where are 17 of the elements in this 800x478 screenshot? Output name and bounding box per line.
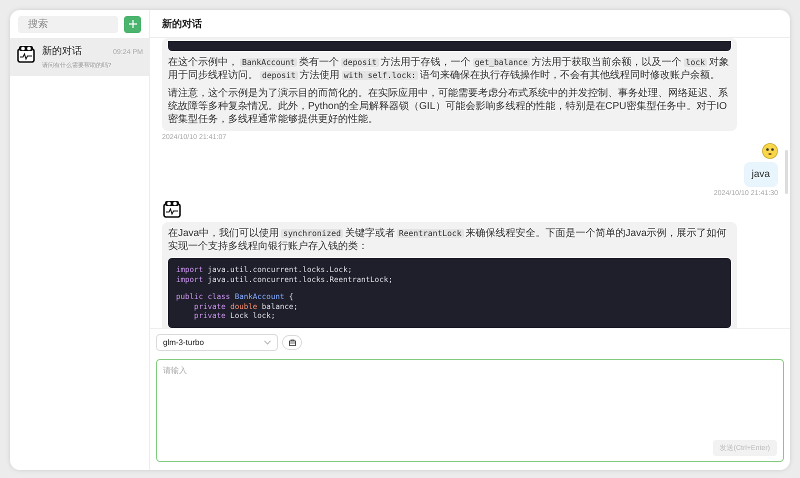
smiley-avatar-icon <box>762 143 778 159</box>
robot-avatar-icon <box>16 44 36 64</box>
model-select[interactable]: glm-3-turbo <box>156 334 278 351</box>
message-text: 在Java中，我们可以使用 synchronized 关键字或者 ReentrantLock 来确保线程安全。下面是一个简单的Java示例，展示了如何实现一个支持多线程向银行账户存入钱的类： <box>168 227 728 253</box>
conversation-title: 新的对话 <box>42 44 82 58</box>
plus-icon <box>128 19 138 29</box>
scrollbar[interactable] <box>785 150 788 194</box>
message-text: 在这个示例中， BankAccount 类有一个 deposit 方法用于存钱，一个 get_balance 方法用于获取当前余额，以及一个 lock 对象用于同步线程访问。 deposit 方法使用 with self.lock: 语句来确保在执行存钱操作时，不会有其他线程同时修改账户余额。 <box>168 56 730 82</box>
message-text: 请注意，这个示例是为了演示目的而简化的。在实际应用中，可能需要考虑分布式系统中的并发控制、事务处理、网络延迟、系统故障等多种复杂情况。此外，Python的全局解释器锁（GIL）可能会影响多线程的性能，特别是在CPU密集型任务中。对于IO密集型任务，多线程通常能够提供更好的性能。 <box>168 87 729 126</box>
chevron-down-icon <box>264 340 271 345</box>
chat-title: 新的对话 <box>162 17 202 30</box>
tool-button[interactable] <box>282 335 302 350</box>
new-chat-button[interactable] <box>124 16 141 32</box>
robot-avatar-icon <box>162 199 182 219</box>
search-field[interactable]: 搜索 <box>18 16 118 32</box>
message-text: java <box>752 168 770 181</box>
box-icon <box>288 339 296 346</box>
